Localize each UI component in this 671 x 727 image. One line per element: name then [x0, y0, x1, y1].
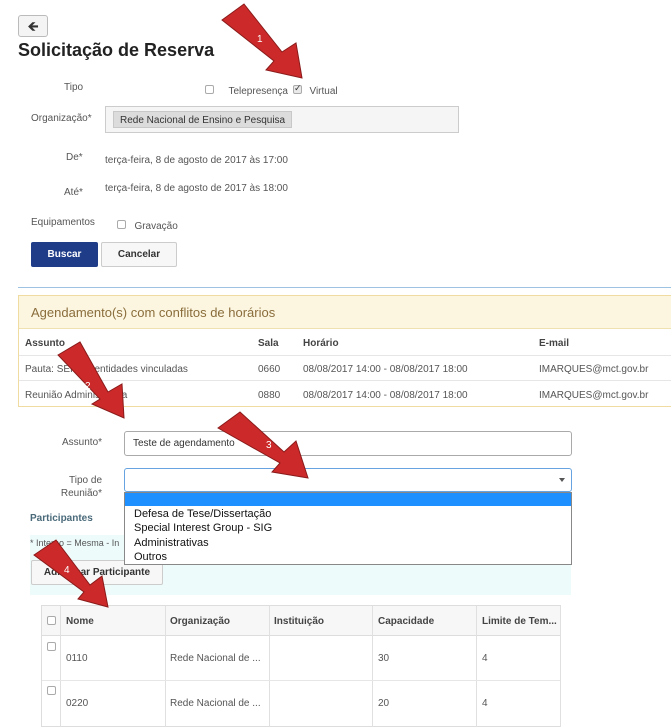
annotation-number: 4 [64, 565, 70, 576]
annotation-arrow-2-icon [57, 341, 125, 419]
annotation-arrow-4-icon [33, 539, 109, 608]
annotation-number: 3 [266, 440, 272, 451]
annotation-number: 2 [85, 381, 91, 392]
annotation-arrow-3-icon [217, 411, 309, 479]
annotation-number: 1 [257, 34, 263, 45]
annotation-arrows: 1 2 3 4 [33, 3, 309, 608]
